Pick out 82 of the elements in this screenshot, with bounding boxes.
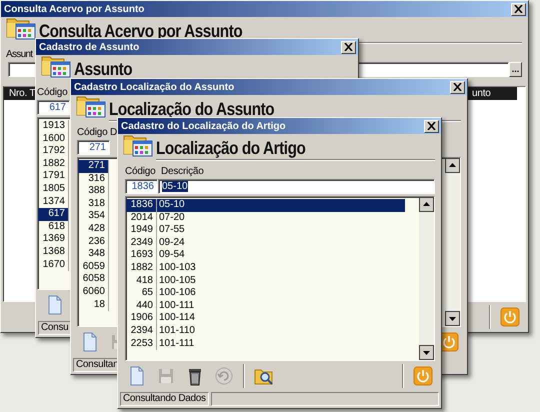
code-cell[interactable]: 2394 [126,324,157,338]
close-button[interactable] [424,120,439,132]
column-header[interactable]: unto [467,87,517,100]
code-cell[interactable]: 1949 [126,224,157,237]
scroll-up-icon[interactable] [419,197,434,212]
code-cell[interactable]: 1913 [38,120,69,133]
scroll-up-icon[interactable] [445,158,460,173]
code-cell[interactable]: 440 [126,300,157,312]
scroll-down-icon[interactable] [445,311,460,326]
code-cell[interactable]: 271 [78,160,109,173]
code-cell[interactable]: 1906 [126,312,157,325]
code-cell[interactable]: 1670 [38,258,69,272]
scroll-down-icon[interactable] [419,345,434,360]
code-cell[interactable]: 316 [78,172,109,186]
status-text: Consultando Dados [120,392,209,406]
description-label: Descrição [161,166,204,177]
close-icon [453,83,462,91]
window-heading: Localização do Artigo [156,139,306,157]
description-field[interactable]: 05-10 [158,179,435,194]
description-cell[interactable]: 100-114 [157,312,405,325]
code-field[interactable]: 1836 [125,179,158,194]
code-cell[interactable]: 1693 [126,249,157,262]
code-cell[interactable]: 2349 [126,236,157,250]
code-cell[interactable]: 1805 [38,182,69,196]
code-cell[interactable]: 348 [78,248,109,261]
description-cell[interactable]: 05-10 [157,199,405,212]
code-cell[interactable]: 1600 [38,132,69,146]
code-cell[interactable]: 1368 [38,246,69,259]
code-cell[interactable]: 1882 [38,158,69,170]
code-cell[interactable]: 354 [78,210,109,223]
window-heading: Consulta Acervo por Assunto [39,22,242,40]
code-cell[interactable]: 6058 [78,273,109,286]
description-cell[interactable]: 09-24 [157,236,405,250]
code-cell[interactable]: 6060 [78,286,109,299]
window-heading: Assunto [74,60,132,78]
code-cell[interactable]: 1369 [38,233,69,246]
ellipsis-button[interactable]: ... [509,62,522,77]
close-icon [344,43,353,51]
window-title: Cadastro Localização do Assunto [74,82,234,92]
code-cell[interactable]: 318 [78,198,109,210]
code-cell[interactable]: 18 [78,298,109,312]
code-cell[interactable]: 236 [78,236,109,248]
code-cell[interactable]: 65 [126,287,157,300]
code-cell[interactable]: 1792 [38,145,69,158]
close-icon [514,5,523,13]
power-icon[interactable] [439,332,459,352]
code-cell[interactable]: 1882 [126,262,157,275]
code-cell[interactable]: 2014 [126,212,157,224]
description-cell[interactable]: 100-105 [157,274,405,288]
code-cell[interactable]: 388 [78,185,109,198]
code-cell[interactable]: 1791 [38,170,69,183]
code-label: Código [77,127,108,138]
code-cell[interactable]: 618 [38,220,69,234]
code-cell[interactable]: 2253 [126,338,157,350]
close-icon [427,122,436,130]
description-cell[interactable]: 100-111 [157,300,405,312]
code-cell[interactable]: 428 [78,222,109,236]
code-field[interactable]: 271 [77,140,110,155]
description-cell[interactable]: 101-110 [157,324,405,338]
code-cell[interactable]: 1836 [126,199,157,212]
code-field[interactable]: 617 [37,100,70,115]
window-title: Cadastro de Assunto [39,42,140,52]
field-label: Assunt [6,49,32,60]
description-label: D [110,127,118,138]
description-cell[interactable]: 101-111 [157,338,405,350]
description-cell[interactable]: 07-20 [157,212,405,224]
close-button[interactable] [450,80,465,94]
close-button[interactable] [511,2,526,16]
description-cell[interactable]: 100-106 [157,287,405,300]
code-cell[interactable]: 617 [38,208,69,221]
code-cell[interactable]: 418 [126,274,157,288]
column-header[interactable]: Nro. T [4,87,37,100]
close-button[interactable] [341,40,356,54]
window-title: Consulta Acervo por Assunto [4,4,144,14]
code-cell[interactable]: 6059 [78,260,109,274]
window-title: Cadastro do Localização do Artigo [121,120,286,132]
code-label: Código [37,87,68,98]
description-cell[interactable]: 07-55 [157,224,405,237]
description-cell[interactable]: 09-54 [157,249,405,262]
code-label: Código [125,166,156,177]
window-heading: Localização do Assunto [109,100,274,118]
description-cell[interactable]: 100-103 [157,262,405,275]
